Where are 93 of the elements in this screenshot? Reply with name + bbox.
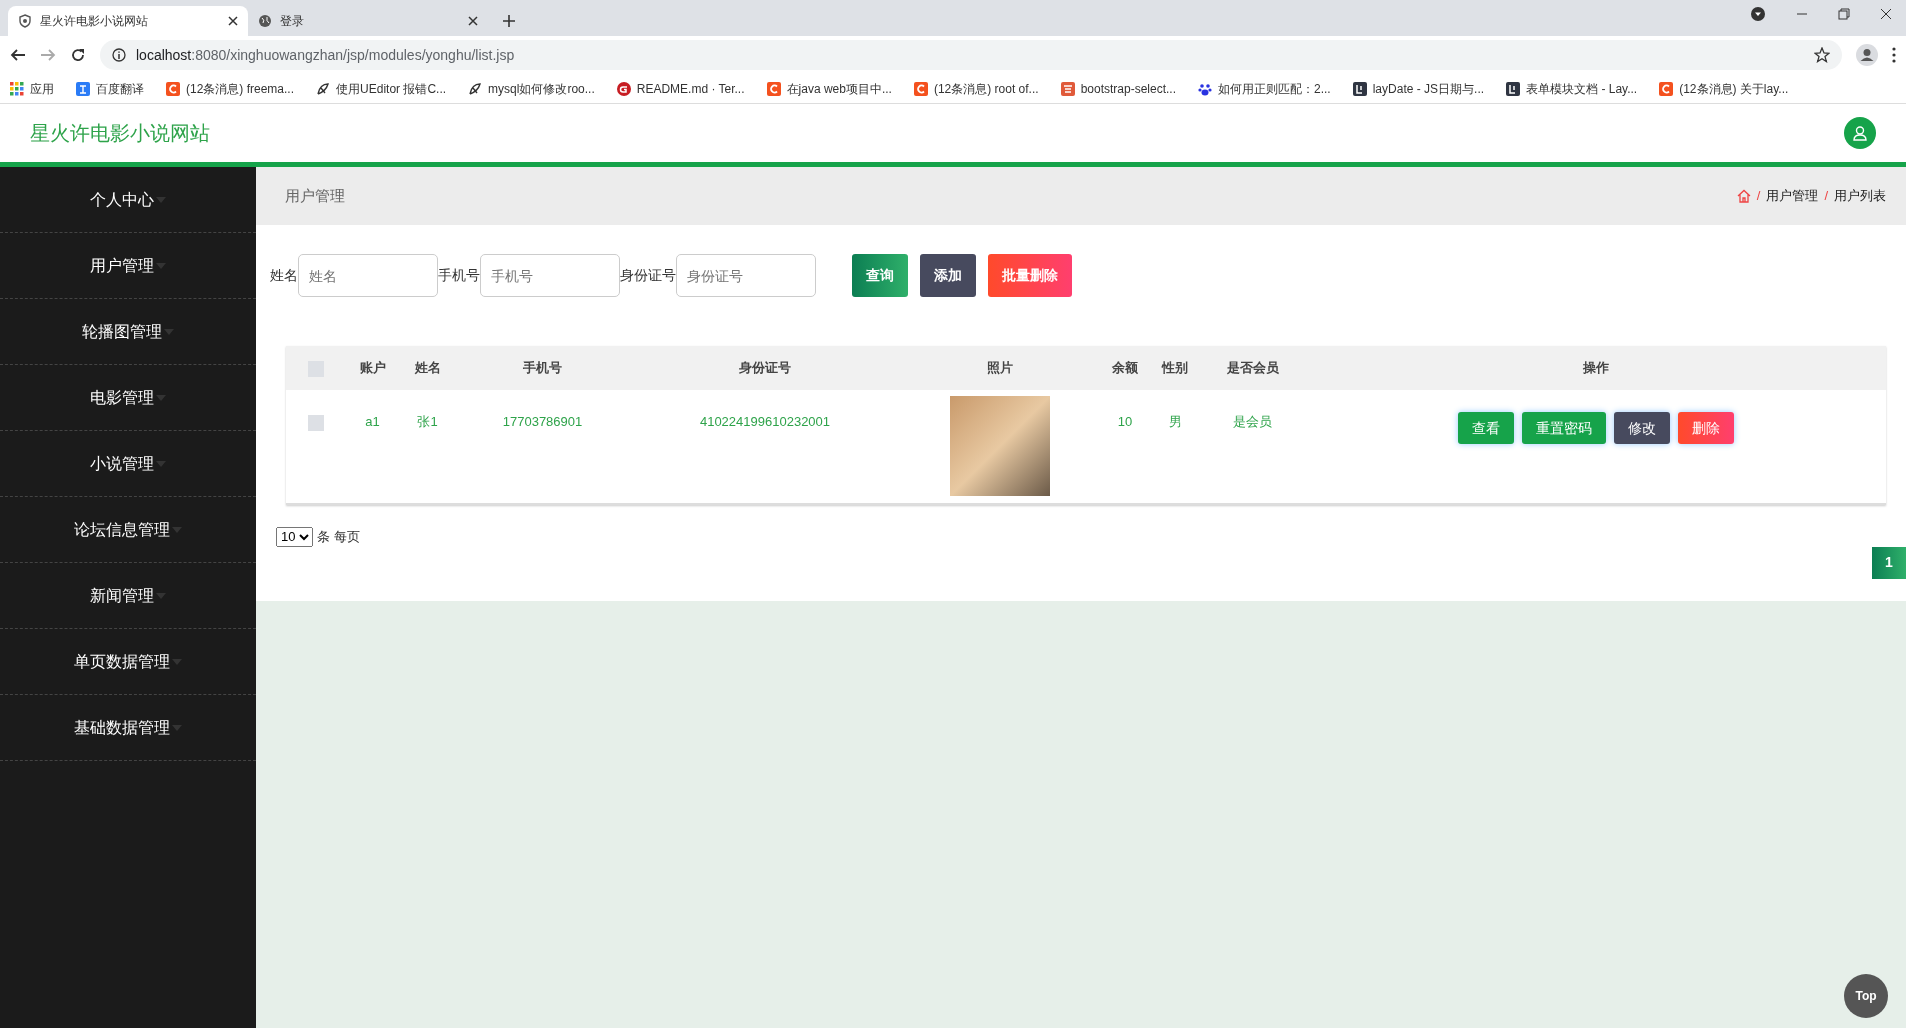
bookmark[interactable]: (12条消息) root of...	[913, 79, 1039, 98]
page-size-label: 条 每页	[317, 527, 360, 546]
leaf-icon	[468, 81, 483, 96]
plus-icon[interactable]	[502, 14, 516, 28]
field-label: 身份证号	[620, 266, 676, 285]
reload-icon[interactable]	[70, 47, 86, 63]
more-icon[interactable]	[1892, 47, 1896, 63]
column-header: 手机号	[455, 346, 630, 390]
restore-icon[interactable]	[1838, 8, 1850, 20]
caret-icon	[156, 262, 166, 269]
page-title: 用户管理	[285, 185, 345, 206]
bookmark[interactable]: 百度翻译	[76, 79, 144, 98]
browser-tab[interactable]: 星火许电影小说网站	[8, 6, 248, 36]
input-field[interactable]: 姓名	[298, 254, 438, 297]
caret-icon	[172, 658, 182, 665]
bookmark[interactable]: (12条消息) 关于lay...	[1659, 79, 1789, 98]
bookmark[interactable]: mysql如何修改roo...	[468, 79, 595, 98]
user-avatar-button[interactable]	[1844, 117, 1876, 149]
column-header: 照片	[900, 346, 1100, 390]
column-header: 账户	[345, 346, 400, 390]
column-header: 身份证号	[630, 346, 900, 390]
bookmark[interactable]: 在java web项目中...	[766, 79, 892, 98]
breadcrumb-separator: /	[1824, 187, 1828, 206]
home-icon[interactable]	[1736, 189, 1751, 203]
bookmark[interactable]: 应用	[10, 79, 54, 98]
table-cell: 10	[1117, 414, 1133, 429]
table-cell: 410224199610232001	[699, 414, 831, 429]
tab-title: 登录	[280, 13, 305, 30]
apps-grid-icon	[10, 81, 24, 96]
column-header: 姓名	[400, 346, 455, 390]
g-logo-icon	[616, 81, 631, 96]
column-header: 操作	[1305, 346, 1886, 390]
field-label: 姓名	[270, 266, 298, 285]
caret-icon	[172, 724, 182, 731]
bookmark[interactable]: bootstrap-select...	[1060, 79, 1176, 98]
table-cell: a1	[365, 414, 380, 429]
browser-tab[interactable]: 登录	[248, 6, 488, 36]
caret-icon	[156, 460, 166, 467]
column-header: 性别	[1150, 346, 1200, 390]
c-logo-icon	[1659, 81, 1674, 96]
add-button[interactable]: 添加	[920, 254, 976, 297]
globe-icon	[258, 14, 272, 28]
field-label: 手机号	[438, 266, 480, 285]
breadcrumb-link[interactable]: 用户列表	[1834, 186, 1886, 206]
close-icon[interactable]	[1880, 8, 1892, 20]
search-button[interactable]: 查询	[852, 254, 908, 297]
bookmark[interactable]: README.md · Ter...	[616, 79, 745, 98]
url-text: localhost:8080/xinghuowangzhan/jsp/modules/yonghu/list.jsp	[136, 45, 515, 65]
close-icon[interactable]	[468, 16, 478, 26]
l-logo-icon	[1352, 81, 1367, 96]
input-field[interactable]: 手机号	[480, 254, 620, 297]
bookmark[interactable]: (12条消息) freema...	[166, 79, 295, 98]
table-cell: 是会员	[1233, 414, 1272, 429]
close-icon[interactable]	[228, 16, 238, 26]
edit-button[interactable]: 修改	[1613, 412, 1670, 444]
column-header: 余额	[1100, 346, 1150, 390]
c-logo-icon	[166, 81, 180, 96]
bookmark[interactable]: layDate - JS日期与...	[1352, 79, 1485, 98]
breadcrumb-separator: /	[1756, 187, 1761, 206]
square-logo-icon	[1060, 81, 1075, 96]
leaf-icon	[316, 81, 331, 96]
tab-title: 星火许电影小说网站	[40, 13, 149, 30]
page-button[interactable]: 1	[1872, 546, 1906, 579]
bookmark[interactable]: 如何用正则匹配：2...	[1198, 79, 1331, 98]
checkbox[interactable]	[307, 414, 324, 431]
address-bar[interactable]: localhost:8080/xinghuowangzhan/jsp/modules/yonghu/list.jsp	[100, 40, 1842, 70]
table-cell: 男	[1168, 414, 1182, 429]
bookmark[interactable]: 表单模块文档 - Lay...	[1506, 79, 1638, 98]
shield-icon	[18, 14, 32, 28]
user-icon	[1852, 125, 1868, 141]
translate-icon	[76, 81, 90, 96]
input-field[interactable]: 身份证号	[676, 254, 816, 297]
paw-icon	[1198, 81, 1212, 96]
breadcrumb-link[interactable]: 用户管理	[1766, 186, 1819, 206]
profile-icon[interactable]	[1856, 44, 1878, 66]
table-cell: 张1	[417, 414, 438, 429]
caret-icon	[156, 592, 166, 599]
bookmark[interactable]: 使用UEditor 报错C...	[316, 79, 447, 98]
back-arrow-icon[interactable]	[10, 47, 26, 63]
c-logo-icon	[766, 81, 781, 96]
table-cell: 17703786901	[502, 414, 583, 429]
page-size-select[interactable]: 10	[276, 526, 313, 547]
caret-icon	[164, 328, 174, 335]
info-icon	[112, 48, 126, 62]
l-logo-icon	[1506, 81, 1521, 96]
dropdown-icon[interactable]	[1750, 6, 1766, 22]
caret-icon	[172, 526, 182, 533]
star-icon[interactable]	[1814, 47, 1830, 63]
c-logo-icon	[913, 81, 928, 96]
column-header: 是否会员	[1200, 346, 1305, 390]
caret-icon	[156, 196, 166, 203]
site-title: 星火许电影小说网站	[30, 121, 210, 146]
caret-icon	[156, 394, 166, 401]
